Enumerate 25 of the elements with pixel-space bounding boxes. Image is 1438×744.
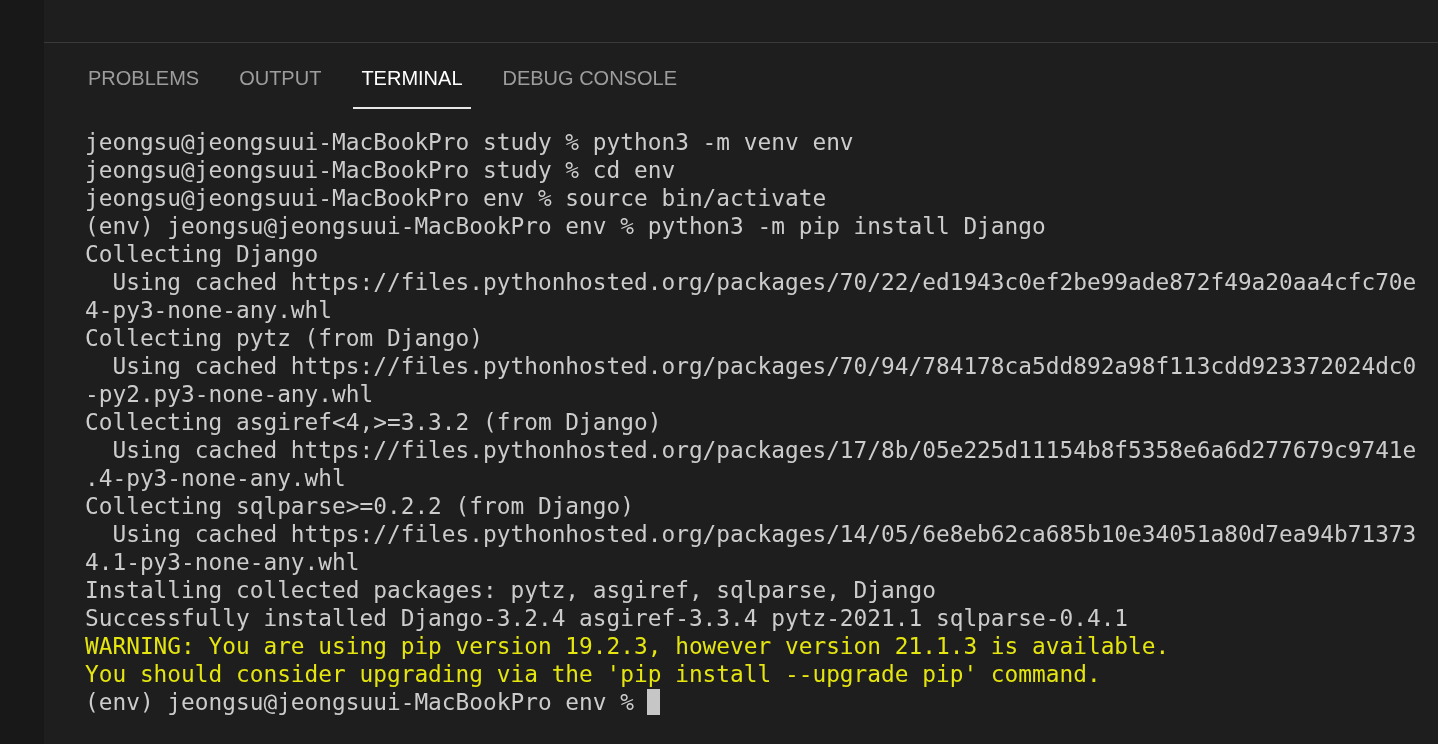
panel-tab[interactable]: PROBLEMS <box>80 43 208 109</box>
terminal-line: .4-py3-none-any.whl <box>85 464 346 492</box>
terminal-line: jeongsu@jeongsuui-MacBookPro study % python3 -m venv env <box>85 128 854 156</box>
terminal-line: Using cached https://files.pythonhosted.org/packages/70/22/ed1943c0ef2be99ade872f49a20aa4cfc70e <box>111 268 1417 296</box>
panel-tab[interactable]: DEBUG CONSOLE <box>494 43 685 109</box>
terminal-line: Successfully installed Django-3.2.4 asgiref-3.3.4 pytz-2021.1 sqlparse-0.4.1 <box>85 604 1129 632</box>
terminal-line: Collecting pytz (from Django) <box>85 324 484 352</box>
terminal-line: Using cached https://files.pythonhosted.org/packages/14/05/6e8eb62ca685b10e34051a80d7ea94b71373 <box>111 520 1417 548</box>
terminal-line: jeongsu@jeongsuui-MacBookPro env % source bin/activate <box>85 184 827 212</box>
warning-line: You should consider upgrading via the 'pip install --upgrade pip' command. <box>85 660 1101 688</box>
terminal-line: 4-py3-none-any.whl <box>85 296 333 324</box>
terminal-line: -py2.py3-none-any.whl <box>85 380 374 408</box>
terminal-line: (env) jeongsu@jeongsuui-MacBookPro env % python3 -m pip install Django <box>85 212 1046 240</box>
terminal-line: jeongsu@jeongsuui-MacBookPro study % cd env <box>85 156 676 184</box>
terminal-line: Installing collected packages: pytz, asgiref, sqlparse, Django <box>85 576 936 604</box>
terminal-line: Using cached https://files.pythonhosted.org/packages/17/8b/05e225d11154b8f5358e6a6d277679c9741e <box>111 436 1417 464</box>
prompt-line: (env) jeongsu@jeongsuui-MacBookPro env % <box>85 688 634 716</box>
terminal-line: 4.1-py3-none-any.whl <box>85 548 360 576</box>
terminal-line: Using cached https://files.pythonhosted.org/packages/70/94/784178ca5dd892a98f113cdd923372024dc0 <box>111 352 1417 380</box>
panel-tab[interactable]: OUTPUT <box>231 43 330 109</box>
warning-line: WARNING: You are using pip version 19.2.3, however version 21.1.3 is available. <box>85 632 1170 660</box>
terminal-line: Collecting asgiref<4,>=3.3.2 (from Django) <box>85 408 662 436</box>
panel-tab[interactable]: TERMINAL <box>353 43 471 109</box>
terminal-line: Collecting sqlparse>=0.2.2 (from Django) <box>85 492 634 520</box>
terminal-line: Collecting Django <box>85 240 319 268</box>
